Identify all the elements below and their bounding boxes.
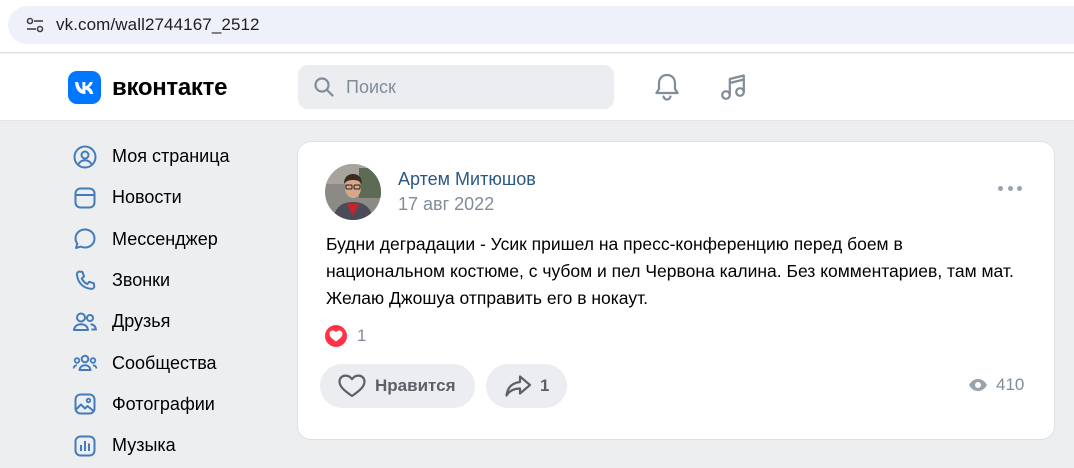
communities-icon (72, 350, 98, 376)
sidebar-item-calls[interactable]: Звонки (64, 260, 284, 301)
sidebar-item-music[interactable]: Музыка (64, 425, 284, 466)
share-button[interactable]: 1 (486, 364, 567, 408)
search-icon (313, 76, 335, 103)
sidebar-item-communities[interactable]: Сообщества (64, 342, 284, 383)
sidebar-item-news[interactable]: Новости (64, 177, 284, 218)
user-circle-icon (72, 144, 98, 170)
music-icon (72, 433, 98, 459)
dot (998, 185, 1003, 191)
dot (1007, 185, 1013, 191)
address-bar[interactable]: vk.com/wall2744167_2512 (8, 6, 1074, 44)
url-text[interactable]: vk.com/wall2744167_2512 (56, 15, 260, 35)
views-counter: 410 (968, 375, 1024, 395)
vk-logo-icon (68, 71, 101, 104)
vk-logo[interactable]: вконтакте (68, 71, 227, 104)
sidebar-item-label: Моя страница (112, 146, 230, 167)
logo-text: вконтакте (112, 73, 228, 101)
sidebar-item-label: Звонки (112, 270, 171, 291)
message-icon (72, 226, 98, 252)
heart-outline-icon (338, 374, 366, 398)
music-note-icon[interactable] (717, 71, 749, 103)
phone-icon (72, 268, 98, 294)
search-box[interactable] (298, 65, 614, 109)
more-options-icon[interactable] (998, 182, 1022, 194)
eye-icon (968, 378, 988, 392)
like-label: Нравится (375, 376, 456, 395)
sidebar-item-friends[interactable]: Друзья (64, 301, 284, 342)
reactions-summary[interactable]: 1 (325, 325, 366, 347)
sidebar-item-label: Друзья (112, 311, 171, 332)
share-count: 1 (540, 376, 550, 395)
news-icon (72, 185, 98, 211)
photo-icon (72, 391, 98, 417)
sidebar-item-label: Музыка (112, 435, 176, 456)
sidebar-item-messenger[interactable]: Мессенджер (64, 219, 284, 260)
sidebar-item-my-page[interactable]: Моя страница (64, 136, 284, 177)
sidebar-item-label: Фотографии (112, 393, 215, 414)
share-arrow-icon (504, 374, 532, 398)
friends-icon (72, 309, 98, 335)
avatar[interactable] (325, 164, 381, 220)
dot (1017, 185, 1022, 191)
browser-toolbar: vk.com/wall2744167_2512 (0, 0, 1074, 53)
post-text: Будни деградации - Усик пришел на пресс-… (326, 234, 1014, 308)
like-button[interactable]: Нравится (320, 364, 475, 408)
views-count: 410 (996, 375, 1025, 394)
wall-post: Артем Митюшов 17 авг 2022 Будни деградац… (297, 141, 1055, 440)
post-author-link[interactable]: Артем Митюшов (398, 169, 536, 190)
reaction-count: 1 (357, 326, 367, 345)
search-input[interactable] (346, 65, 596, 109)
heart-reaction-icon (325, 325, 347, 347)
tune-icon[interactable] (24, 14, 46, 36)
post-date[interactable]: 17 авг 2022 (398, 194, 494, 215)
sidebar-item-photos[interactable]: Фотографии (64, 384, 284, 425)
sidebar-item-label: Сообщества (112, 352, 217, 373)
bell-icon[interactable] (651, 71, 683, 103)
site-header: вконтакте (0, 54, 1074, 121)
left-sidebar: Моя страница Новости Мессенджер Звонки Д… (64, 136, 284, 466)
sidebar-item-label: Мессенджер (112, 228, 218, 249)
sidebar-item-label: Новости (112, 187, 182, 208)
